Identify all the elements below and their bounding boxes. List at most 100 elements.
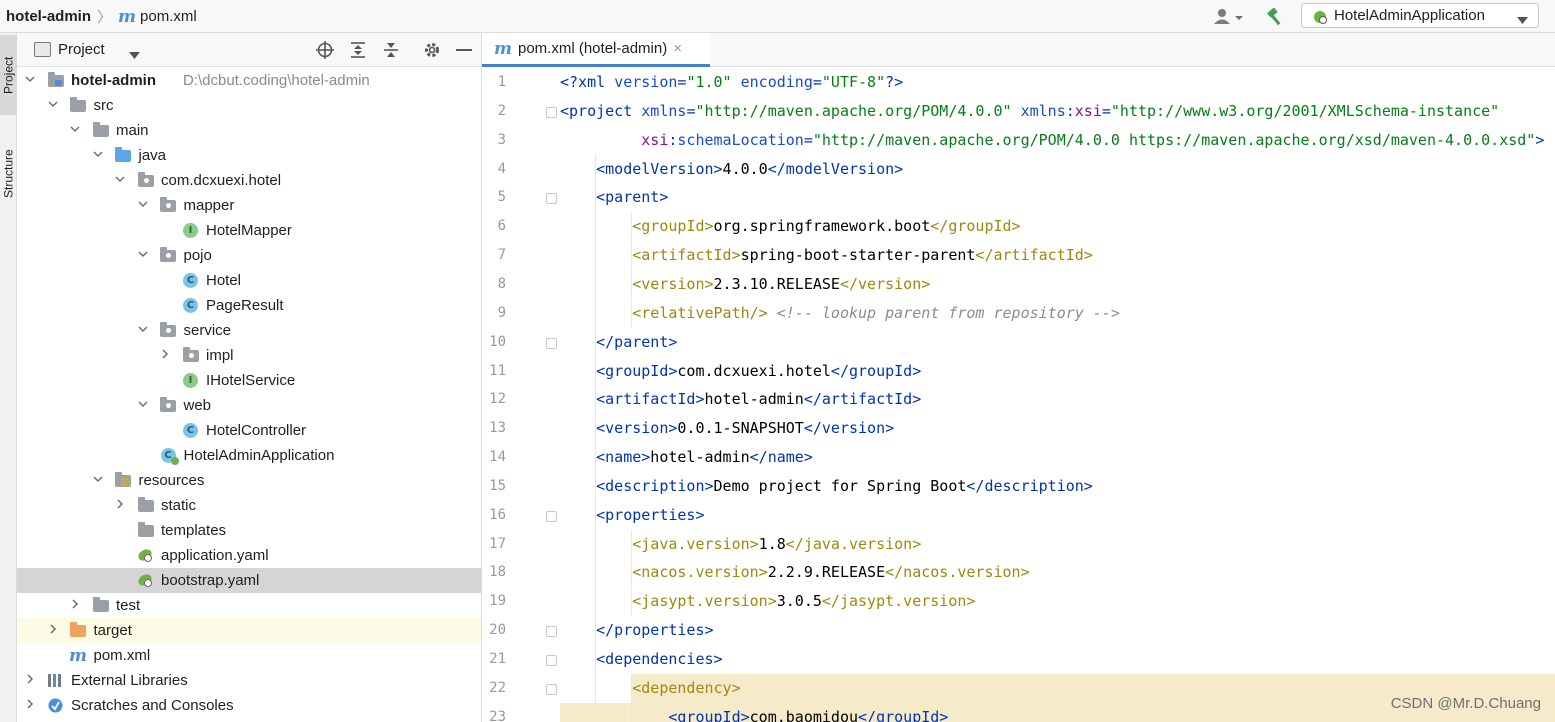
line-number: 23 [489, 708, 506, 722]
package-icon [137, 171, 154, 189]
collapsed-chevron-icon[interactable] [69, 598, 81, 613]
tree-item-hotel[interactable]: C Hotel [17, 268, 481, 293]
tree-item-test[interactable]: test [17, 593, 481, 618]
fold-marker-icon[interactable] [546, 655, 557, 666]
tree-item-scratches-and-consoles[interactable]: Scratches and Consoles [17, 693, 481, 718]
code-token-tag: : [1065, 101, 1075, 120]
tree-item-external-libraries[interactable]: External Libraries [17, 668, 481, 693]
project-tool-tab[interactable]: Project [0, 35, 17, 115]
fold-marker-icon[interactable] [546, 683, 557, 695]
expanded-chevron-icon[interactable] [92, 148, 104, 163]
tree-item-com-dcxuexi-hotel[interactable]: com.dcxuexi.hotel [17, 168, 481, 193]
tree-item-service[interactable]: service [17, 318, 481, 343]
code-editor[interactable]: 1 2 3 4 5 6 7 8 9 10 11 12 13 14 15 16 17 18 19 20 21 22 23 <?… [482, 67, 1555, 722]
minimize-icon[interactable] [456, 49, 472, 51]
tree-item-hoteladminapplication[interactable]: C HotelAdminApplication [17, 443, 481, 468]
expand-all-icon[interactable] [349, 41, 367, 63]
tree-item-application-yaml[interactable]: application.yaml [17, 543, 481, 568]
tree-item-impl[interactable]: impl [17, 343, 481, 368]
expanded-chevron-icon[interactable] [92, 473, 104, 488]
code-token-ytag: <nacos.version> [632, 563, 768, 582]
fold-marker-icon[interactable] [546, 193, 557, 205]
class-icon: C [182, 297, 199, 314]
code-token-ns: xsi [1074, 101, 1102, 120]
code-token-attr: xmlns [641, 101, 687, 120]
expanded-chevron-icon[interactable] [137, 323, 149, 338]
chevron-down-icon[interactable] [129, 47, 140, 64]
collapsed-chevron-icon[interactable] [114, 498, 126, 513]
tree-item-java[interactable]: java [17, 143, 481, 168]
tree-item-pom-xml[interactable]: m pom.xml [17, 643, 481, 668]
tree-item-target[interactable]: target [17, 618, 481, 643]
tree-item-pageresult[interactable]: C PageResult [17, 293, 481, 318]
expanded-chevron-icon[interactable] [137, 198, 149, 213]
code-token-text: com.baomidou [749, 707, 859, 722]
code-line: </parent> [596, 328, 677, 357]
code-token-ns: xsi [641, 130, 669, 149]
tree-item-bootstrap-yaml[interactable]: bootstrap.yaml [17, 568, 481, 593]
project-view-title[interactable]: Project [58, 41, 105, 58]
project-panel: Project hotel-admin D:\dcbut.coding\hotel… [17, 33, 482, 722]
maven-file-icon: m [494, 38, 512, 59]
code-line: <dependencies> [596, 645, 722, 674]
collapse-all-icon[interactable] [382, 41, 400, 63]
excluded-folder-icon [70, 621, 87, 639]
tree-item-hotel-admin[interactable]: hotel-admin D:\dcbut.coding\hotel-admin [17, 68, 481, 93]
breadcrumb-file[interactable]: pom.xml [140, 8, 197, 25]
line-number: 10 [489, 333, 506, 350]
tree-item-mapper[interactable]: mapper [17, 193, 481, 218]
tree-item-templates[interactable]: templates [17, 518, 481, 543]
code-token-pi: = [812, 73, 822, 91]
expanded-chevron-icon[interactable] [69, 123, 81, 138]
line-number: 5 [497, 189, 506, 206]
gear-icon[interactable] [423, 41, 441, 63]
editor-tab-bar: m pom.xml (hotel-admin) × [482, 33, 1555, 67]
folder-icon [137, 521, 154, 539]
run-configuration-selector[interactable]: HotelAdminApplication [1301, 3, 1539, 28]
tree-item-hotelmapper[interactable]: I HotelMapper [17, 218, 481, 243]
tree-item-main[interactable]: main [17, 118, 481, 143]
fold-marker-icon[interactable] [546, 337, 557, 349]
folder-icon [92, 121, 109, 139]
fold-marker-icon[interactable] [546, 106, 557, 118]
code-token-tag: </artifactId> [803, 390, 922, 409]
code-line: </properties> [596, 616, 713, 645]
fold-marker-icon[interactable] [546, 510, 557, 522]
tree-item-ihotelservice[interactable]: I IHotelService [17, 368, 481, 393]
collapsed-chevron-icon[interactable] [24, 673, 36, 688]
line-number: 7 [497, 247, 506, 264]
hammer-icon[interactable] [1265, 6, 1287, 28]
locate-icon[interactable] [316, 41, 334, 63]
breadcrumb-project[interactable]: hotel-admin [6, 8, 91, 25]
code-token-pi: ?> [885, 73, 904, 91]
close-icon[interactable]: × [673, 40, 682, 57]
expanded-chevron-icon[interactable] [137, 248, 149, 263]
tree-item-web[interactable]: web [17, 393, 481, 418]
code-token-text: 0.0.1-SNAPSHOT [677, 419, 804, 438]
fold-marker-icon[interactable] [546, 626, 557, 638]
tree-item-hotelcontroller[interactable]: C HotelController [17, 418, 481, 443]
code-token-tag: <version> [596, 419, 678, 438]
expanded-chevron-icon[interactable] [137, 398, 149, 413]
code-line: xsi:schemaLocation="http://maven.apache.… [560, 126, 1544, 155]
expanded-chevron-icon[interactable] [47, 98, 59, 113]
tab-pom-xml[interactable]: m pom.xml (hotel-admin) × [482, 33, 710, 67]
code-token-tag: <artifactId> [596, 390, 705, 409]
code-token-text: org.springframework.boot [713, 217, 931, 236]
collapsed-chevron-icon[interactable] [47, 623, 59, 638]
tree-item-pojo[interactable]: pojo [17, 243, 481, 268]
tree-item-resources[interactable]: resources [17, 468, 481, 493]
collapsed-chevron-icon[interactable] [159, 348, 171, 363]
code-token-tag: <groupId> [596, 361, 678, 380]
code-token-tag: </modelVersion> [767, 159, 904, 178]
indent-guide [595, 269, 597, 299]
code-token-attr: version [614, 73, 678, 91]
tree-item-static[interactable]: static [17, 493, 481, 518]
user-icon[interactable] [1213, 7, 1247, 27]
expanded-chevron-icon[interactable] [114, 173, 126, 188]
tree-item-src[interactable]: src [17, 93, 481, 118]
expanded-chevron-icon[interactable] [24, 73, 36, 88]
code-token-text: 2.3.10.RELEASE [713, 274, 840, 293]
collapsed-chevron-icon[interactable] [24, 698, 36, 713]
structure-tool-tab[interactable]: Structure [0, 131, 17, 216]
